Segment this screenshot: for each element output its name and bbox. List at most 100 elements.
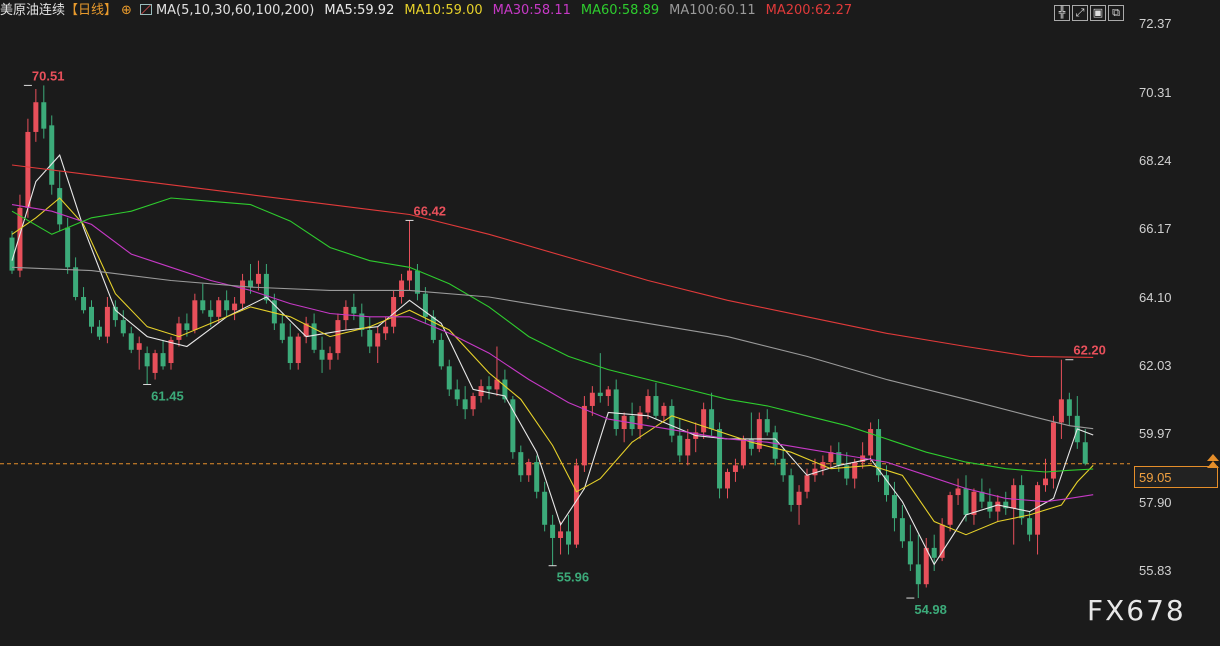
candle-up (796, 491, 802, 505)
candle-down (224, 300, 230, 311)
candle-down (931, 547, 937, 558)
current-price-tag: 59.05 (1134, 466, 1218, 488)
candle-down (454, 389, 460, 400)
candle-up (399, 280, 405, 297)
candle-up (995, 501, 1001, 512)
candle-up (104, 306, 110, 337)
candle-up (240, 280, 246, 304)
candle-up (407, 270, 412, 281)
candle-up (1011, 485, 1017, 509)
candle-down (200, 300, 206, 311)
watermark: FX678 (1087, 594, 1186, 627)
candle-up (1058, 399, 1064, 423)
candle-down (49, 125, 55, 185)
candle-up (232, 303, 238, 311)
candle-down (788, 475, 794, 505)
candle-down (518, 452, 524, 476)
y-axis-label: 64.10 (1139, 290, 1172, 305)
candle-up (573, 465, 579, 545)
candle-up (25, 131, 31, 208)
candle-up (740, 438, 746, 466)
candle-up (661, 405, 667, 416)
candle-up (685, 438, 691, 456)
candle-down (96, 326, 102, 337)
ma5-line (11, 154, 1094, 566)
candle-down (367, 330, 373, 347)
candle-down (891, 495, 897, 519)
y-axis-label: 66.17 (1139, 221, 1172, 236)
candle-down (438, 339, 444, 367)
candle-down (160, 353, 166, 367)
candle-down (597, 392, 603, 397)
candle-up (947, 495, 953, 525)
candle-down (486, 386, 492, 390)
candle-down (709, 409, 715, 430)
candle-down (248, 280, 253, 288)
candle-down (208, 310, 214, 317)
candle-up (176, 323, 182, 340)
candle-down (915, 564, 921, 585)
candle-down (414, 270, 420, 294)
candle-down (73, 267, 79, 297)
y-axis-label: 62.03 (1139, 358, 1172, 373)
candle-up (558, 531, 564, 538)
candle-down (319, 349, 325, 360)
candle-up (375, 333, 381, 347)
candle-down (128, 333, 134, 350)
candle-up (804, 475, 810, 492)
y-axis-label: 72.37 (1139, 16, 1172, 31)
candle-up (852, 462, 858, 479)
chart-stage: 美原油连续【日线】 ⊕ MA(5,10,30,60,100,200) MA5:59.9… (0, 0, 1220, 646)
candle-up (605, 389, 611, 397)
candle-down (772, 432, 778, 459)
candle-up (33, 102, 39, 132)
candle-down (542, 491, 548, 525)
ma30-line (11, 204, 1094, 503)
candle-down (780, 458, 786, 476)
low-label: 55.96 (557, 570, 590, 585)
candle-up (701, 409, 707, 433)
candle-down (1027, 518, 1033, 535)
candle-down (351, 306, 357, 314)
candle-down (764, 419, 770, 433)
y-axis-label: 59.97 (1139, 426, 1172, 441)
candle-up (383, 326, 389, 334)
candle-down (1082, 442, 1088, 464)
high-label: 66.42 (414, 203, 447, 218)
candle-down (81, 297, 87, 311)
candle-down (534, 462, 540, 492)
price-marker-icon (1207, 454, 1219, 468)
candle-down (550, 524, 556, 538)
candle-down (1066, 399, 1072, 416)
candle-down (184, 323, 190, 331)
candle-down (57, 188, 63, 225)
candle-up (955, 488, 961, 496)
candle-up (192, 300, 198, 331)
y-axis-label: 55.83 (1139, 563, 1172, 578)
candle-up (343, 306, 349, 321)
candle-down (65, 227, 71, 268)
candle-down (669, 405, 675, 436)
candle-down (430, 316, 436, 340)
candle-up (136, 343, 142, 350)
high-label: 70.51 (32, 68, 65, 83)
candle-up (589, 392, 595, 406)
candle-down (89, 306, 94, 327)
candle-down (899, 518, 905, 542)
ma10-line (11, 197, 1094, 536)
candle-up (1043, 478, 1048, 486)
candle-up (216, 300, 222, 317)
candle-up (645, 396, 651, 413)
candle-up (725, 471, 730, 489)
candlestick-plot[interactable]: 70.51 61.45 66.42 55.96 54.98 62.20 (0, 0, 1130, 646)
y-axis-label: 57.90 (1139, 495, 1172, 510)
candle-down (120, 320, 126, 334)
candle-down (446, 366, 452, 390)
candle-up (255, 273, 261, 284)
low-label: 61.45 (151, 388, 184, 403)
candle-down (462, 399, 468, 410)
candle-down (287, 336, 293, 364)
candle-up (470, 396, 476, 410)
candle-down (144, 353, 150, 367)
candle-down (907, 541, 913, 565)
